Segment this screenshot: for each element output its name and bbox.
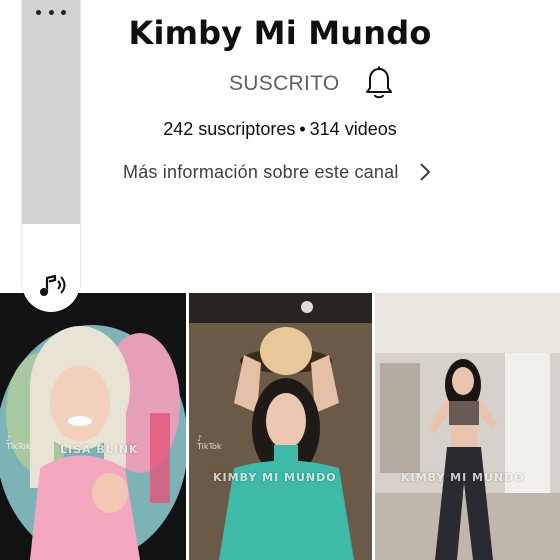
audio-sound-icon[interactable] <box>35 268 69 302</box>
about-channel-link[interactable]: Más información sobre este canal <box>123 160 433 184</box>
floating-side-panel[interactable] <box>22 0 80 312</box>
platform-label: TikTok <box>197 442 222 451</box>
stats-separator: • <box>299 119 306 139</box>
subscription-row: SUSCRITO <box>229 64 394 104</box>
video-watermark: KIMBY MI MUNDO <box>213 471 337 484</box>
subscribed-button[interactable]: SUSCRITO <box>229 72 340 96</box>
short-thumbnail-image <box>189 293 372 560</box>
short-thumbnail-image <box>375 293 560 560</box>
chevron-right-icon <box>419 163 430 181</box>
short-thumbnail[interactable]: ♪ TikTok LISA BLINK <box>0 293 186 560</box>
video-count: 314 videos <box>309 119 397 139</box>
channel-name: Kimby Mi Mundo <box>128 14 432 52</box>
short-thumbnail[interactable]: ♪ TikTok KIMBY MI MUNDO <box>189 293 372 560</box>
tiktok-logo: ♪ TikTok <box>6 434 31 451</box>
notification-bell-icon[interactable] <box>364 66 394 100</box>
video-watermark: KIMBY MI MUNDO <box>401 471 525 484</box>
platform-label: TikTok <box>6 442 31 451</box>
channel-stats: 242 suscriptores • 314 videos <box>0 119 560 140</box>
subscriber-count: 242 suscriptores <box>163 119 296 139</box>
short-thumbnail-image <box>0 293 186 560</box>
about-channel-label: Más información sobre este canal <box>123 161 399 182</box>
short-thumbnail[interactable]: KIMBY MI MUNDO <box>375 293 560 560</box>
tiktok-logo: ♪ TikTok <box>197 434 222 451</box>
shorts-strip: ♪ TikTok LISA BLINK ♪ TikTok KIMBY MI MUND… <box>0 293 560 560</box>
side-panel-handle[interactable] <box>22 0 80 224</box>
more-options-icon[interactable] <box>36 8 66 16</box>
video-watermark: LISA BLINK <box>60 443 139 456</box>
